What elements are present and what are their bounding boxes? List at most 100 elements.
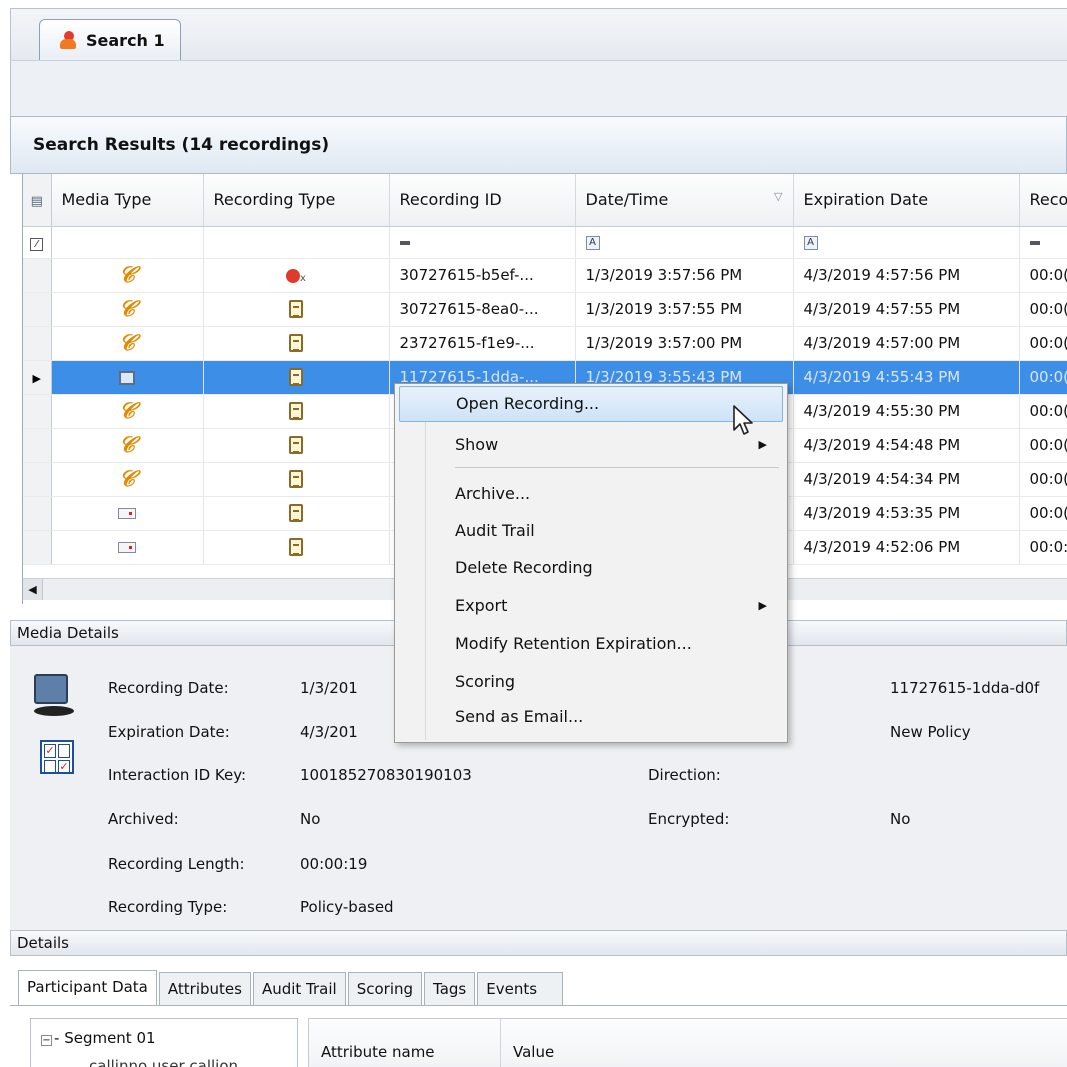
expiration-date-cell: 4/3/2019 4:57:00 PM: [793, 326, 1020, 361]
recording-date-label: Recording Date:: [108, 679, 229, 697]
tree-node-segment[interactable]: − - Segment 01: [41, 1029, 156, 1047]
tab-attributes[interactable]: Attributes: [158, 972, 251, 1006]
expiration-date-cell: 4/3/2019 4:55:30 PM: [793, 394, 1020, 429]
direction-label: Direction:: [648, 766, 721, 784]
recording-id-cell: 23727615-f1e9-...: [389, 326, 576, 361]
clipboard-icon: [289, 436, 303, 455]
tab-scoring[interactable]: Scoring: [347, 972, 423, 1006]
tree-node-child[interactable]: callinno user callion: [89, 1057, 238, 1067]
submenu-arrow-icon: ▶: [758, 438, 767, 451]
column-header-value[interactable]: Value: [513, 1043, 554, 1061]
policy-value: New Policy: [890, 723, 971, 741]
row-indicator[interactable]: [23, 462, 52, 497]
collapse-icon[interactable]: −: [41, 1035, 52, 1046]
table-row[interactable]: 𝒞 23727615-f1e9-... 1/3/2019 3:57:00 PM 4/3…: [23, 326, 1067, 361]
menu-item-send-as-email[interactable]: Send as Email...: [399, 700, 783, 736]
column-header-expiration-date[interactable]: Expiration Date: [793, 174, 1020, 227]
reco-cell: 00:0(: [1019, 428, 1067, 463]
recording-type-cell: [203, 394, 390, 429]
tab-tags[interactable]: Tags: [424, 972, 476, 1006]
tab-search-1[interactable]: Search 1: [39, 19, 181, 61]
media-type-cell: 𝒞: [51, 326, 204, 361]
table-row[interactable]: 𝒞x 30727615-b5ef-... 1/3/2019 3:57:56 PM 4/…: [23, 258, 1067, 293]
recording-type-cell: [203, 360, 390, 395]
menu-item-open-recording[interactable]: Open Recording...: [399, 386, 783, 422]
tab-audit-trail[interactable]: Audit Trail: [252, 972, 346, 1006]
reco-cell: 00:0(: [1019, 360, 1067, 395]
media-type-cell: [51, 496, 204, 531]
date-time-cell: 1/3/2019 3:57:56 PM: [575, 258, 794, 293]
phone-icon: 𝒞: [118, 398, 136, 424]
phone-icon: 𝒞: [118, 330, 136, 356]
recording-type-cell: [203, 462, 390, 497]
expiration-date-cell: 4/3/2019 4:53:35 PM: [793, 496, 1020, 531]
menu-item-archive[interactable]: Archive...: [399, 477, 783, 513]
context-menu: Open Recording... Show ▶ Archive... Audit…: [394, 383, 788, 743]
clipboard-icon: [289, 368, 303, 387]
media-type-cell: [51, 360, 204, 395]
column-header-attribute-name[interactable]: Attribute name: [309, 1019, 501, 1067]
row-indicator[interactable]: [23, 496, 52, 531]
row-indicator[interactable]: [23, 530, 52, 565]
recording-type-cell: [203, 496, 390, 531]
recording-type-value: Policy-based: [300, 898, 394, 916]
recording-length-label: Recording Length:: [108, 855, 245, 873]
row-indicator[interactable]: [23, 326, 52, 361]
media-details-title: Media Details: [17, 624, 119, 642]
media-type-cell: 𝒞: [51, 428, 204, 463]
interaction-id-value: 100185270830190103: [300, 766, 472, 784]
filter-equals-icon: [399, 240, 410, 245]
reco-cell: 00:0(: [1019, 394, 1067, 429]
column-header-recording-type[interactable]: Recording Type: [203, 174, 390, 227]
table-row[interactable]: 𝒞 30727615-8ea0-... 1/3/2019 3:57:55 PM 4/3…: [23, 292, 1067, 327]
row-indicator[interactable]: [23, 394, 52, 429]
search-people-icon: [58, 30, 78, 51]
email-icon: [118, 542, 136, 553]
column-header-media-type[interactable]: Media Type: [51, 174, 204, 227]
clipboard-icon: [289, 504, 303, 523]
tab-events[interactable]: Events: [477, 972, 564, 1006]
encrypted-value: No: [890, 810, 911, 828]
expiration-date-label: Expiration Date:: [108, 723, 230, 741]
scroll-left-button[interactable]: ◀: [23, 579, 43, 600]
tab-participant-data[interactable]: Participant Data: [18, 970, 157, 1006]
recording-type-label: Recording Type:: [108, 898, 228, 916]
menu-item-show[interactable]: Show ▶: [399, 428, 783, 464]
row-indicator[interactable]: ▶: [23, 360, 52, 395]
column-header-reco[interactable]: Reco: [1019, 174, 1067, 227]
sort-desc-icon: ▽: [774, 190, 783, 203]
computer-icon: [34, 674, 74, 720]
media-type-cell: 𝒞: [51, 292, 204, 327]
row-indicator[interactable]: [23, 428, 52, 463]
filter-cell-date-time[interactable]: A: [575, 226, 794, 259]
column-header-date-time[interactable]: Date/Time ▽: [575, 174, 794, 227]
row-indicator[interactable]: [23, 258, 52, 293]
filter-cell-media-type[interactable]: [51, 226, 204, 259]
filter-cell-recording-type[interactable]: [203, 226, 390, 259]
details-bar: Details: [10, 930, 1067, 956]
column-header-recording-id[interactable]: Recording ID: [389, 174, 576, 227]
filter-cell-recording-id[interactable]: [389, 226, 576, 259]
clipboard-icon: [289, 300, 303, 319]
menu-item-audit-trail[interactable]: Audit Trail: [399, 514, 783, 550]
menu-item-modify-retention[interactable]: Modify Retention Expiration...: [399, 627, 783, 663]
filter-cell-reco[interactable]: [1019, 226, 1067, 259]
filter-equals-icon: [1029, 240, 1040, 245]
reco-cell: 00:0(: [1019, 462, 1067, 497]
media-type-cell: 𝒞: [51, 394, 204, 429]
menu-item-delete-recording[interactable]: Delete Recording: [399, 551, 783, 587]
phone-icon: 𝒞: [118, 466, 136, 492]
recording-id-cell: 30727615-8ea0-...: [389, 292, 576, 327]
segment-tree[interactable]: − - Segment 01 callinno user callion: [30, 1018, 298, 1067]
filter-cell-expiration-date[interactable]: A: [793, 226, 1020, 259]
search-toolbar-area: [10, 60, 1067, 116]
column-chooser-icon[interactable]: ▤: [23, 174, 52, 227]
expiration-date-cell: 4/3/2019 4:57:55 PM: [793, 292, 1020, 327]
submenu-arrow-icon: ▶: [758, 599, 767, 612]
clear-filter-icon[interactable]: ⁄: [23, 226, 52, 259]
menu-item-export[interactable]: Export ▶: [399, 589, 783, 625]
menu-item-scoring[interactable]: Scoring: [399, 665, 783, 701]
row-indicator[interactable]: [23, 292, 52, 327]
search-results-title: Search Results (14 recordings): [33, 135, 330, 155]
recording-type-cell: [203, 326, 390, 361]
